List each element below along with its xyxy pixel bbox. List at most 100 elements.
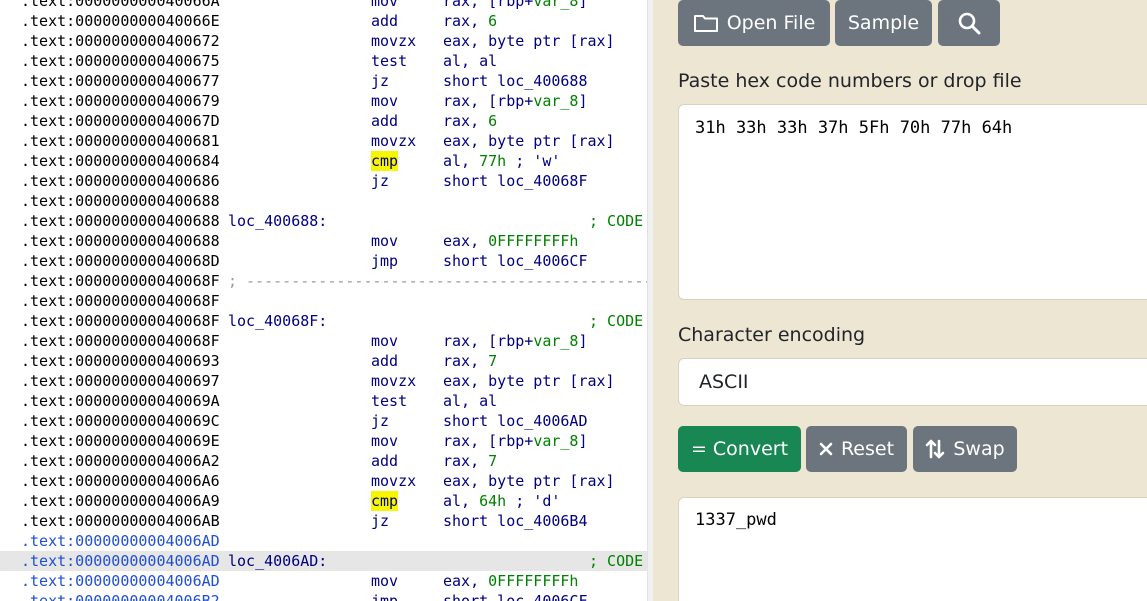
- disasm-line[interactable]: .text:0000000000400688 loc_400688: ; CODE: [0, 211, 647, 231]
- disasm-line[interactable]: .text:0000000000400681 movzx eax, byte ptr…: [0, 131, 647, 151]
- disasm-address: .text:0000000000400675: [21, 52, 220, 70]
- disasm-mnemonic: movzx: [371, 472, 417, 490]
- disasm-operand-part: var_8: [533, 432, 579, 450]
- disasm-operand-part: 6: [488, 112, 498, 130]
- swap-button[interactable]: Swap: [913, 426, 1017, 472]
- disasm-line[interactable]: .text:0000000000400688: [0, 191, 647, 211]
- output-textarea[interactable]: 1337_pwd: [678, 497, 1147, 601]
- reset-button[interactable]: Reset: [806, 426, 907, 472]
- search-icon: [957, 11, 981, 35]
- disasm-operand-part: eax, byte ptr [rax]: [443, 132, 615, 150]
- disasm-operands: rax, [rbp+var_8]: [443, 431, 588, 451]
- disasm-mnemonic: cmp: [371, 491, 399, 511]
- disasm-operand-part: eax,: [443, 232, 489, 250]
- disasm-line[interactable]: .text:000000000040067D add rax, 6: [0, 111, 647, 131]
- disasm-line[interactable]: .text:00000000004006AD: [0, 531, 647, 551]
- disasm-address: .text:000000000040069C: [21, 412, 220, 430]
- disasm-address: .text:0000000000400684: [21, 152, 220, 170]
- swap-arrows-icon: [925, 438, 945, 460]
- disasm-mnemonic: jz: [371, 172, 390, 190]
- disasm-operand-part: 7: [488, 352, 498, 370]
- x-icon: [819, 442, 833, 456]
- disasm-operand-part: eax, byte ptr [rax]: [443, 32, 615, 50]
- disasm-operands: rax, 7: [443, 451, 497, 471]
- sample-button[interactable]: Sample: [835, 0, 932, 46]
- disasm-operands: short loc_40068F: [443, 171, 588, 191]
- folder-icon: [693, 12, 719, 34]
- disasm-address: .text:000000000040068F: [21, 292, 220, 310]
- disasm-line[interactable]: .text:0000000000400679 mov rax, [rbp+var_8…: [0, 91, 647, 111]
- disasm-operand-part: rax, [rbp+: [443, 0, 534, 10]
- disasm-address: .text:0000000000400688: [21, 212, 220, 230]
- disasm-line[interactable]: .text:0000000000400672 movzx eax, byte ptr…: [0, 31, 647, 51]
- disasm-line[interactable]: .text:000000000040069A test al, al: [0, 391, 647, 411]
- disasm-line[interactable]: .text:000000000040068D jmp short loc_4006C…: [0, 251, 647, 271]
- disasm-operand-part: rax,: [443, 352, 489, 370]
- disasm-line[interactable]: .text:00000000004006AB jz short loc_4006B4: [0, 511, 647, 531]
- disasm-operands: eax, byte ptr [rax]: [443, 371, 615, 391]
- disasm-operands: eax, byte ptr [rax]: [443, 131, 615, 151]
- hex-input-textarea[interactable]: 31h 33h 33h 37h 5Fh 70h 77h 64h: [678, 104, 1147, 300]
- disasm-address: .text:0000000000400686: [21, 172, 220, 190]
- disasm-address: .text:00000000004006A2: [21, 452, 220, 470]
- disasm-line[interactable]: .text:000000000040068F mov rax, [rbp+var_8…: [0, 331, 647, 351]
- disasm-operand-part: al, al: [443, 392, 498, 410]
- disasm-line[interactable]: .text:000000000040066E add rax, 6: [0, 11, 647, 31]
- open-file-button[interactable]: Open File: [678, 0, 830, 46]
- disasm-line[interactable]: .text:000000000040068F: [0, 291, 647, 311]
- disasm-line[interactable]: .text:00000000004006A9 cmp al, 64h ; 'd': [0, 491, 647, 511]
- disasm-address: .text:00000000004006B2: [21, 592, 220, 601]
- disasm-label[interactable]: loc_4006AD:: [228, 551, 327, 571]
- convert-button[interactable]: = Convert: [678, 426, 801, 472]
- disasm-line[interactable]: .text:0000000000400675 test al, al: [0, 51, 647, 71]
- disasm-label[interactable]: loc_40068F:: [228, 311, 327, 331]
- disasm-address: .text:000000000040066A: [21, 0, 220, 10]
- disasm-line[interactable]: .text:00000000004006AD mov eax, 0FFFFFFFFh: [0, 571, 647, 591]
- disasm-line[interactable]: .text:00000000004006A6 movzx eax, byte ptr…: [0, 471, 647, 491]
- disasm-mnemonic: add: [371, 112, 399, 130]
- disasm-mnemonic: mov: [371, 232, 399, 250]
- disasm-mnemonic: mov: [371, 432, 399, 450]
- disasm-line[interactable]: .text:000000000040068F ; ----------------…: [0, 271, 647, 291]
- disassembly-view: .text:000000000040066A mov rax, [rbp+var_8…: [0, 0, 647, 601]
- disasm-address: .text:00000000004006AD: [21, 532, 220, 550]
- disasm-line[interactable]: .text:0000000000400693 add rax, 7: [0, 351, 647, 371]
- disasm-address: .text:000000000040068F: [21, 312, 220, 330]
- disasm-mnemonic: test: [371, 52, 408, 70]
- disasm-address: .text:000000000040068F: [21, 272, 220, 290]
- disasm-line[interactable]: .text:000000000040066A mov rax, [rbp+var_8…: [0, 0, 647, 11]
- disasm-operand-part: 7: [488, 452, 498, 470]
- reset-label: Reset: [840, 438, 895, 460]
- disasm-operands: short loc_4006CF: [443, 591, 588, 601]
- disasm-operand-part: short loc_4006AD: [443, 412, 588, 430]
- disasm-line[interactable]: .text:0000000000400684 cmp al, 77h ; 'w': [0, 151, 647, 171]
- disasm-address: .text:0000000000400681: [21, 132, 220, 150]
- disasm-line[interactable]: .text:00000000004006A2 add rax, 7: [0, 451, 647, 471]
- disasm-operand-part: rax,: [443, 112, 489, 130]
- swap-label: Swap: [953, 438, 1005, 460]
- disasm-line[interactable]: .text:0000000000400697 movzx eax, byte ptr…: [0, 371, 647, 391]
- disasm-line[interactable]: .text:0000000000400677 jz short loc_400688: [0, 71, 647, 91]
- disasm-line[interactable]: .text:00000000004006B2 jmp short loc_4006C…: [0, 591, 647, 601]
- disasm-line[interactable]: .text:000000000040069C jz short loc_4006AD: [0, 411, 647, 431]
- disasm-address: .text:0000000000400697: [21, 372, 220, 390]
- disasm-operands: al, al: [443, 51, 497, 71]
- disasm-operand-part: ]: [578, 0, 588, 10]
- disasm-operand-part: eax,: [443, 572, 489, 590]
- disasm-line[interactable]: .text:000000000040068F loc_40068F: ; CODE: [0, 311, 647, 331]
- disasm-mnemonic: movzx: [371, 132, 417, 150]
- disasm-operand-part: 0FFFFFFFFh: [488, 232, 579, 250]
- disasm-mnemonic: cmp: [371, 151, 399, 171]
- disasm-line[interactable]: .text:0000000000400686 jz short loc_40068F: [0, 171, 647, 191]
- disasm-line[interactable]: .text:000000000040069E mov rax, [rbp+var_8…: [0, 431, 647, 451]
- search-button[interactable]: [938, 0, 1000, 46]
- disasm-separator: ; --------------------------------------…: [228, 272, 647, 290]
- disasm-label[interactable]: loc_400688:: [228, 211, 327, 231]
- disasm-line[interactable]: .text:0000000000400688 mov eax, 0FFFFFFFFh: [0, 231, 647, 251]
- hex-input-label: Paste hex code numbers or drop file: [678, 70, 1022, 92]
- disasm-operand-part: al, al: [443, 52, 498, 70]
- encoding-select[interactable]: ASCII: [678, 358, 1147, 406]
- disasm-line[interactable]: .text:00000000004006AD loc_4006AD: ; CODE: [0, 551, 647, 571]
- disasm-operands: rax, [rbp+var_8]: [443, 331, 588, 351]
- disasm-address: .text:000000000040068F: [21, 332, 220, 350]
